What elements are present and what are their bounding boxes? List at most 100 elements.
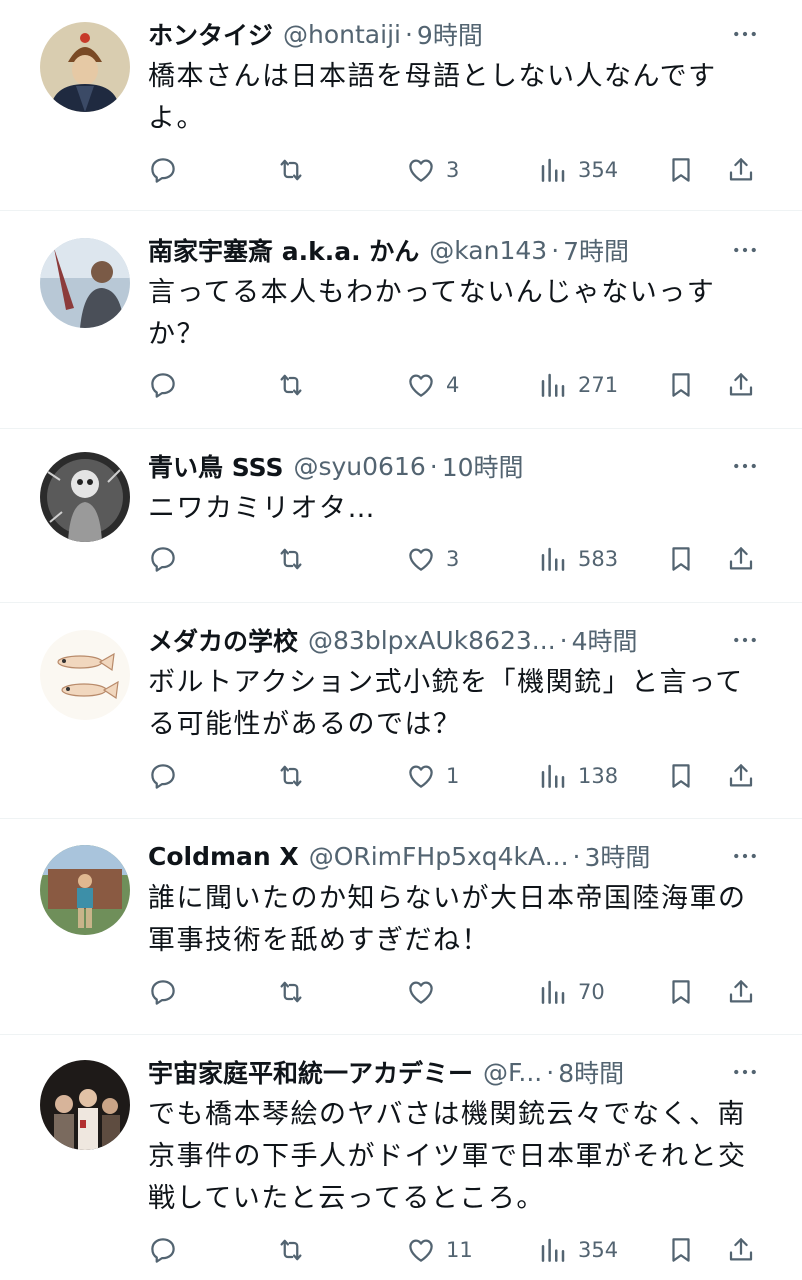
bookmark-button[interactable] xyxy=(666,1230,696,1270)
separator-dot: · xyxy=(546,1057,555,1087)
views-chart-icon xyxy=(538,1235,568,1265)
display-name[interactable]: 青い鳥 SSS xyxy=(148,448,283,484)
like-button[interactable]: 4 xyxy=(406,365,459,405)
tweet-text: ニワカミリオタ… xyxy=(148,493,376,524)
avatar-photo-sky[interactable] xyxy=(40,238,130,328)
views-button[interactable]: 354 xyxy=(538,1230,618,1270)
timestamp[interactable]: 10時間 xyxy=(442,448,524,484)
views-button[interactable]: 271 xyxy=(538,365,618,405)
tweet-divider xyxy=(0,602,802,603)
views-count: 583 xyxy=(578,547,619,571)
tweet-header: メダカの学校 @83blpxAUk8623... · 4時間 xyxy=(148,620,722,660)
retweet-icon xyxy=(276,1235,306,1265)
display-name[interactable]: 南家宇塞斎 a.k.a. かん xyxy=(148,232,419,268)
retweet-button[interactable] xyxy=(276,539,316,579)
tweet-text: でも橋本琴絵のヤバさは機関銃云々でなく、南 京事件の下手人がドイツ軍で日本軍がそ… xyxy=(148,1099,747,1214)
separator-dot: · xyxy=(429,451,438,481)
retweet-button[interactable] xyxy=(276,1230,316,1270)
action-bar: 11 354 xyxy=(148,1230,768,1270)
action-bar: 3 354 xyxy=(148,150,768,190)
tweet-header: ホンタイジ @hontaiji · 9時間 xyxy=(148,14,722,54)
user-handle[interactable]: @ORimFHp5xq4kA... xyxy=(309,842,569,871)
share-icon xyxy=(726,761,756,791)
timestamp[interactable]: 3時間 xyxy=(585,838,651,874)
bookmark-button[interactable] xyxy=(666,756,696,796)
reply-button[interactable] xyxy=(148,1230,188,1270)
display-name[interactable]: メダカの学校 xyxy=(148,622,298,658)
views-button[interactable]: 354 xyxy=(538,150,618,190)
retweet-button[interactable] xyxy=(276,972,316,1012)
more-dots-icon[interactable] xyxy=(728,17,762,51)
avatar-portrait-qing-emperor[interactable] xyxy=(40,22,130,112)
separator-dot: · xyxy=(559,625,568,655)
tweet-divider xyxy=(0,428,802,429)
avatar-medaka-fish-drawing[interactable] xyxy=(40,630,130,720)
reply-icon xyxy=(148,544,178,574)
share-button[interactable] xyxy=(726,150,756,190)
bookmark-button[interactable] xyxy=(666,539,696,579)
share-button[interactable] xyxy=(726,539,756,579)
separator-dot: · xyxy=(404,19,413,49)
retweet-button[interactable] xyxy=(276,150,316,190)
tweet-divider xyxy=(0,210,802,211)
views-button[interactable]: 138 xyxy=(538,756,618,796)
tweet-text: 言ってる本人もわかってないんじゃないっす か？ xyxy=(148,277,716,350)
user-handle[interactable]: @kan143 xyxy=(429,236,547,265)
more-dots-icon[interactable] xyxy=(728,449,762,483)
reply-icon xyxy=(148,1235,178,1265)
share-button[interactable] xyxy=(726,1230,756,1270)
heart-icon xyxy=(406,370,436,400)
views-chart-icon xyxy=(538,155,568,185)
like-button[interactable]: 1 xyxy=(406,756,459,796)
more-dots-icon[interactable] xyxy=(728,839,762,873)
display-name[interactable]: Coldman X xyxy=(148,842,299,871)
share-button[interactable] xyxy=(726,756,756,796)
views-button[interactable]: 70 xyxy=(538,972,605,1012)
user-handle[interactable]: @hontaiji xyxy=(283,20,401,49)
like-button[interactable]: 11 xyxy=(406,1230,473,1270)
action-bar: 3 583 xyxy=(148,539,768,579)
reply-button[interactable] xyxy=(148,539,188,579)
like-button[interactable] xyxy=(406,972,446,1012)
avatar-photo-monochrome-figure[interactable] xyxy=(40,452,130,542)
timestamp[interactable]: 9時間 xyxy=(417,16,483,52)
share-icon xyxy=(726,1235,756,1265)
more-dots-icon[interactable] xyxy=(728,1055,762,1089)
views-count: 138 xyxy=(578,764,619,788)
share-button[interactable] xyxy=(726,972,756,1012)
timestamp[interactable]: 8時間 xyxy=(558,1054,624,1090)
timestamp[interactable]: 4時間 xyxy=(572,622,638,658)
avatar-photo-person-outdoors[interactable] xyxy=(40,845,130,935)
more-dots-icon[interactable] xyxy=(728,233,762,267)
heart-icon xyxy=(406,155,436,185)
retweet-button[interactable] xyxy=(276,756,316,796)
like-button[interactable]: 3 xyxy=(406,539,459,579)
user-handle[interactable]: @F... xyxy=(483,1058,542,1087)
avatar-photo-group-dark[interactable] xyxy=(40,1060,130,1150)
bookmark-button[interactable] xyxy=(666,972,696,1012)
separator-dot: · xyxy=(572,841,581,871)
user-handle[interactable]: @83blpxAUk8623... xyxy=(308,626,556,655)
display-name[interactable]: 宇宙家庭平和統一アカデミー xyxy=(148,1054,473,1090)
retweet-button[interactable] xyxy=(276,365,316,405)
action-bar: 1 138 xyxy=(148,756,768,796)
like-count: 4 xyxy=(446,373,460,397)
retweet-icon xyxy=(276,977,306,1007)
share-button[interactable] xyxy=(726,365,756,405)
reply-button[interactable] xyxy=(148,756,188,796)
like-count: 3 xyxy=(446,158,460,182)
user-handle[interactable]: @syu0616 xyxy=(293,452,425,481)
bookmark-button[interactable] xyxy=(666,150,696,190)
timestamp[interactable]: 7時間 xyxy=(563,232,629,268)
views-count: 354 xyxy=(578,158,619,182)
reply-button[interactable] xyxy=(148,150,188,190)
reply-button[interactable] xyxy=(148,972,188,1012)
reply-button[interactable] xyxy=(148,365,188,405)
share-icon xyxy=(726,544,756,574)
views-button[interactable]: 583 xyxy=(538,539,618,579)
more-dots-icon[interactable] xyxy=(728,623,762,657)
display-name[interactable]: ホンタイジ xyxy=(148,16,273,52)
views-chart-icon xyxy=(538,761,568,791)
bookmark-button[interactable] xyxy=(666,365,696,405)
like-button[interactable]: 3 xyxy=(406,150,459,190)
